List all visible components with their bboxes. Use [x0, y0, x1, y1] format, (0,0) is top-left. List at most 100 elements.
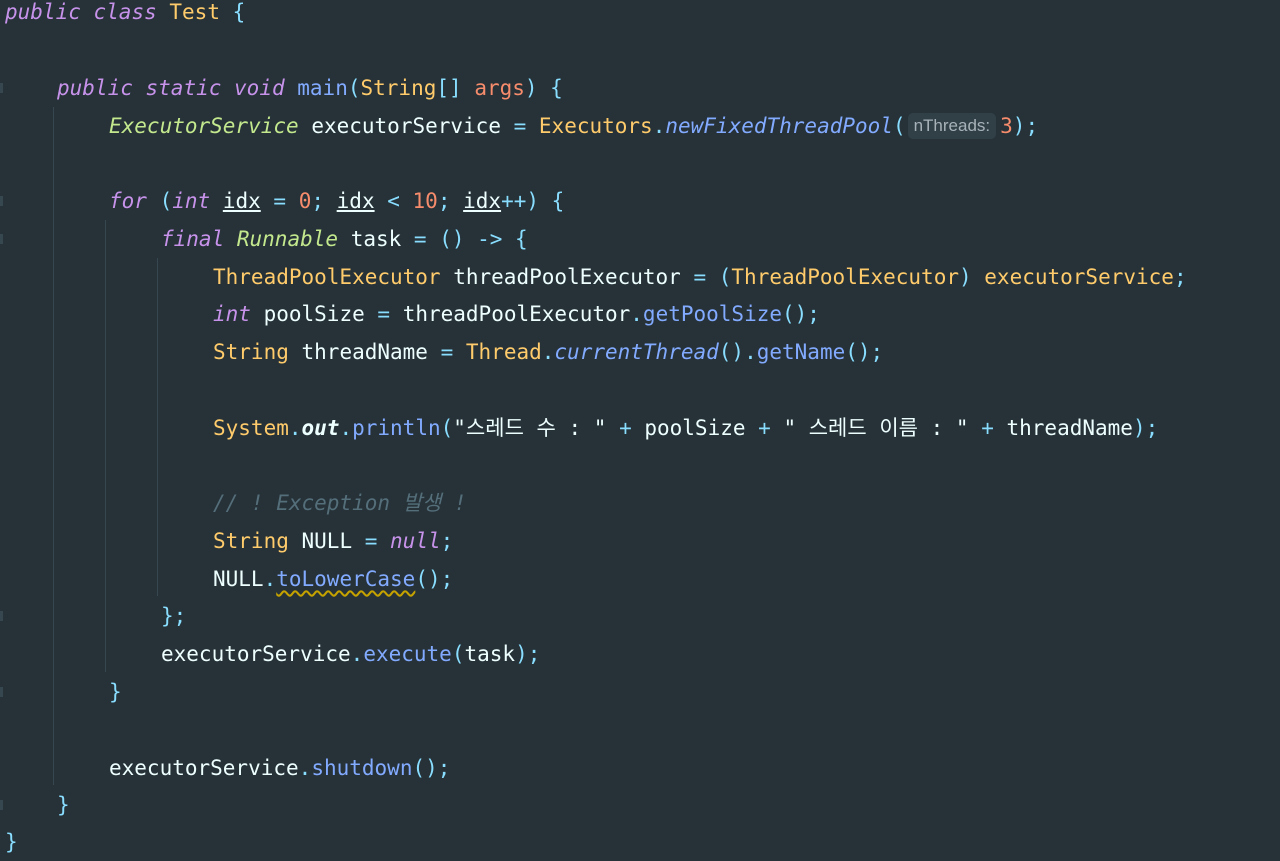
code-line-7[interactable]: final Runnable task = () -> { — [161, 220, 528, 258]
operator: ; — [311, 189, 337, 213]
paren: ( — [718, 265, 732, 289]
code-line-4[interactable]: ExecutorService executorService = Execut… — [109, 107, 1038, 145]
number: 10 — [412, 189, 438, 213]
method-name: shutdown — [311, 756, 413, 780]
code-line-23[interactable]: } — [5, 823, 18, 861]
method-name: getName — [756, 340, 846, 364]
method-name: currentThread — [554, 340, 719, 364]
type-name: String — [213, 529, 289, 553]
fold-marker[interactable] — [0, 234, 3, 244]
operator: + — [745, 416, 784, 440]
paren: ( — [347, 76, 361, 100]
brackets: [] — [436, 76, 462, 100]
operator: = — [364, 302, 403, 326]
code-line-21[interactable]: executorService.shutdown(); — [109, 749, 450, 787]
method-name: execute — [363, 642, 452, 666]
operator: + — [606, 416, 645, 440]
paren: ( — [440, 416, 454, 440]
code-line-12[interactable]: System.out.println("스레드 수 : " + poolSize… — [213, 409, 1158, 447]
string-literal: "스레드 수 : " — [453, 416, 607, 440]
keyword: final — [161, 227, 225, 251]
operator: = — [260, 189, 299, 213]
variable: poolSize — [263, 302, 365, 326]
keyword: class — [93, 0, 157, 24]
code-line-22[interactable]: } — [57, 786, 70, 824]
operator: . — [744, 340, 757, 364]
brace: } — [57, 793, 70, 817]
brace: { — [219, 0, 246, 24]
brace: } — [109, 680, 122, 704]
code-line-9[interactable]: int poolSize = threadPoolExecutor.getPoo… — [213, 295, 820, 333]
type-name: ExecutorService — [109, 114, 299, 138]
code-line-6[interactable]: for (int idx = 0; idx < 10; idx++) { — [109, 182, 564, 220]
code-line-16[interactable]: NULL.toLowerCase(); — [213, 560, 453, 598]
method-name: getPoolSize — [642, 302, 782, 326]
variable: idx — [222, 189, 261, 213]
paren: ); — [1132, 416, 1159, 440]
class-name: Thread — [465, 340, 542, 364]
warning-method-call[interactable]: toLowerCase — [276, 567, 415, 591]
code-line-17[interactable]: }; — [161, 597, 186, 635]
code-line-1[interactable]: public class Test { — [5, 0, 245, 31]
paren: (); — [782, 302, 820, 326]
fold-marker[interactable] — [0, 687, 3, 697]
variable: threadName — [301, 340, 428, 364]
variable: idx — [336, 189, 375, 213]
paren: ( — [451, 642, 465, 666]
semicolon: ; — [1173, 265, 1187, 289]
variable: executorService — [311, 114, 501, 138]
parameter: args — [474, 76, 525, 100]
variable: executorService — [161, 642, 351, 666]
keyword: public — [57, 76, 133, 100]
type-name: ThreadPoolExecutor — [213, 265, 441, 289]
paren: ( — [892, 114, 906, 138]
variable: NULL — [213, 567, 264, 591]
comment: // ! Exception 발생 ! — [213, 491, 467, 515]
code-line-8[interactable]: ThreadPoolExecutor threadPoolExecutor = … — [213, 258, 1187, 296]
variable: NULL — [301, 529, 353, 553]
variable: poolSize — [644, 416, 746, 440]
variable: threadName — [1006, 416, 1133, 440]
operator: + — [968, 416, 1007, 440]
parameter-hint: nThreads: — [907, 113, 997, 139]
static-field: out — [301, 416, 340, 440]
operator: . — [263, 567, 277, 591]
fold-marker[interactable] — [0, 800, 3, 810]
operator: < — [374, 189, 413, 213]
operator: . — [339, 416, 353, 440]
variable: task — [350, 227, 402, 251]
operator: . — [298, 756, 312, 780]
fold-marker[interactable] — [0, 611, 3, 621]
operator: = — [500, 114, 539, 138]
code-line-14[interactable]: // ! Exception 발생 ! — [213, 484, 467, 522]
indent-guide — [157, 258, 158, 596]
operator: = — [427, 340, 466, 364]
number: 0 — [298, 189, 312, 213]
indent-guide — [105, 220, 106, 672]
indent-guide — [53, 107, 54, 785]
code-line-19[interactable]: } — [109, 673, 122, 711]
variable: threadPoolExecutor — [453, 265, 681, 289]
class-name: System — [213, 416, 289, 440]
code-line-3[interactable]: public static void main(String[] args) { — [57, 69, 563, 107]
paren: ) { — [524, 76, 563, 100]
code-line-18[interactable]: executorService.execute(task); — [161, 635, 540, 673]
code-line-10[interactable]: String threadName = Thread.currentThread… — [213, 333, 883, 371]
variable: executorService — [984, 265, 1174, 289]
type-name: String — [213, 340, 289, 364]
operator: . — [350, 642, 364, 666]
paren: ); — [1012, 114, 1039, 138]
type-name: ThreadPoolExecutor — [731, 265, 959, 289]
fold-marker[interactable] — [0, 196, 3, 206]
code-editor[interactable]: public class Test { public static void m… — [0, 0, 1280, 860]
paren: (); — [415, 567, 454, 591]
method-name: newFixedThreadPool — [665, 114, 893, 138]
operator: . — [541, 340, 555, 364]
fold-marker[interactable] — [0, 83, 3, 93]
string-literal: " 스레드 이름 : " — [783, 416, 969, 440]
brace: }; — [161, 604, 187, 628]
code-line-15[interactable]: String NULL = null; — [213, 522, 453, 560]
number: 3 — [1000, 114, 1013, 138]
keyword: static — [145, 76, 222, 100]
variable: executorService — [109, 756, 299, 780]
